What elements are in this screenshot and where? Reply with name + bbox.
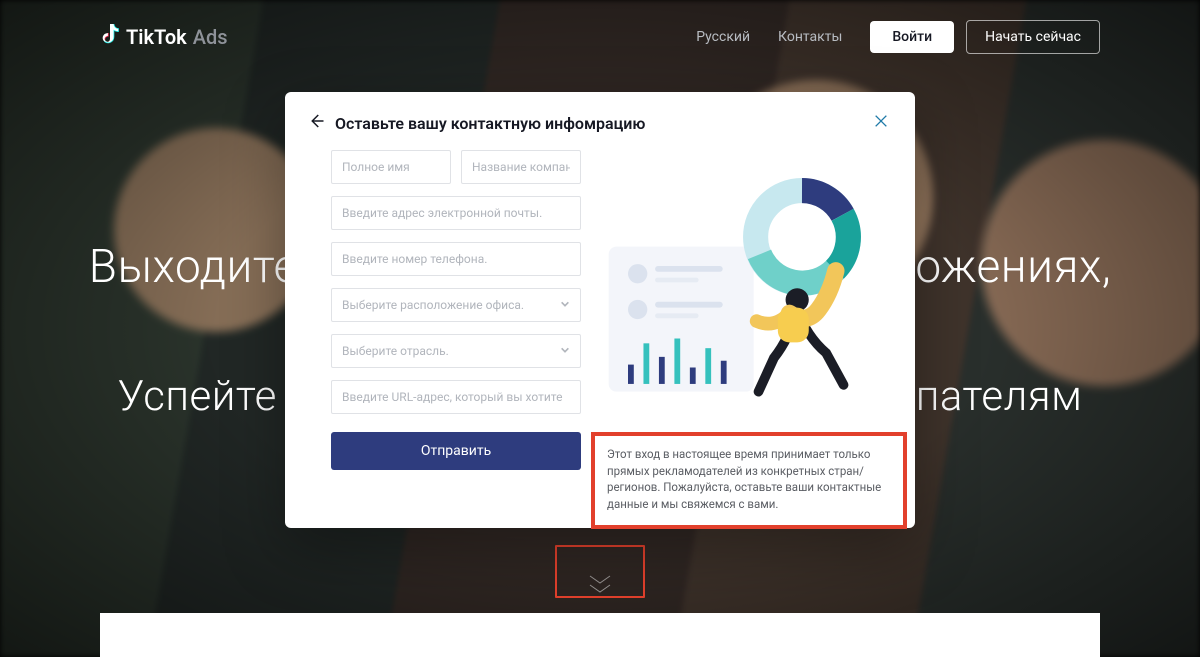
modal-title: Оставьте вашу контактную инфомрацию: [335, 114, 863, 133]
full-name-field[interactable]: [331, 150, 451, 184]
email-field[interactable]: [331, 196, 581, 230]
chevron-down-icon: [560, 298, 570, 312]
site-header: TikTok Ads Русский Контакты Войти Начать…: [0, 0, 1200, 74]
office-location-select[interactable]: Выберите расположение офиса.: [331, 288, 581, 322]
chevron-down-icon: [560, 344, 570, 358]
tiktok-note-icon: [100, 24, 120, 51]
brand-sub: Ads: [193, 25, 228, 49]
region-restriction-notice: Этот вход в настоящее время принимает то…: [591, 432, 907, 529]
brand-name: TikTok: [126, 25, 187, 49]
close-icon[interactable]: [873, 113, 889, 133]
contacts-link[interactable]: Контакты: [778, 29, 842, 45]
login-button[interactable]: Войти: [870, 21, 954, 53]
submit-button[interactable]: Отправить: [331, 432, 581, 470]
company-field[interactable]: [461, 150, 581, 184]
phone-field[interactable]: [331, 242, 581, 276]
annotation-box-scroll-hint: [555, 545, 645, 598]
notice-text: Этот вход в настоящее время принимает то…: [607, 447, 881, 511]
start-now-button[interactable]: Начать сейчас: [966, 20, 1100, 54]
industry-select[interactable]: Выберите отрасль.: [331, 334, 581, 368]
back-arrow-icon[interactable]: [307, 112, 325, 134]
footer-strip: [100, 613, 1100, 657]
modal-header: Оставьте вашу контактную инфомрацию: [307, 112, 889, 134]
brand-logo[interactable]: TikTok Ads: [100, 24, 228, 51]
url-field[interactable]: [331, 380, 581, 414]
office-location-placeholder: Выберите расположение офиса.: [342, 298, 524, 312]
contact-form: Выберите расположение офиса. Выберите от…: [331, 150, 581, 506]
industry-placeholder: Выберите отрасль.: [342, 344, 449, 358]
language-link[interactable]: Русский: [696, 29, 750, 45]
